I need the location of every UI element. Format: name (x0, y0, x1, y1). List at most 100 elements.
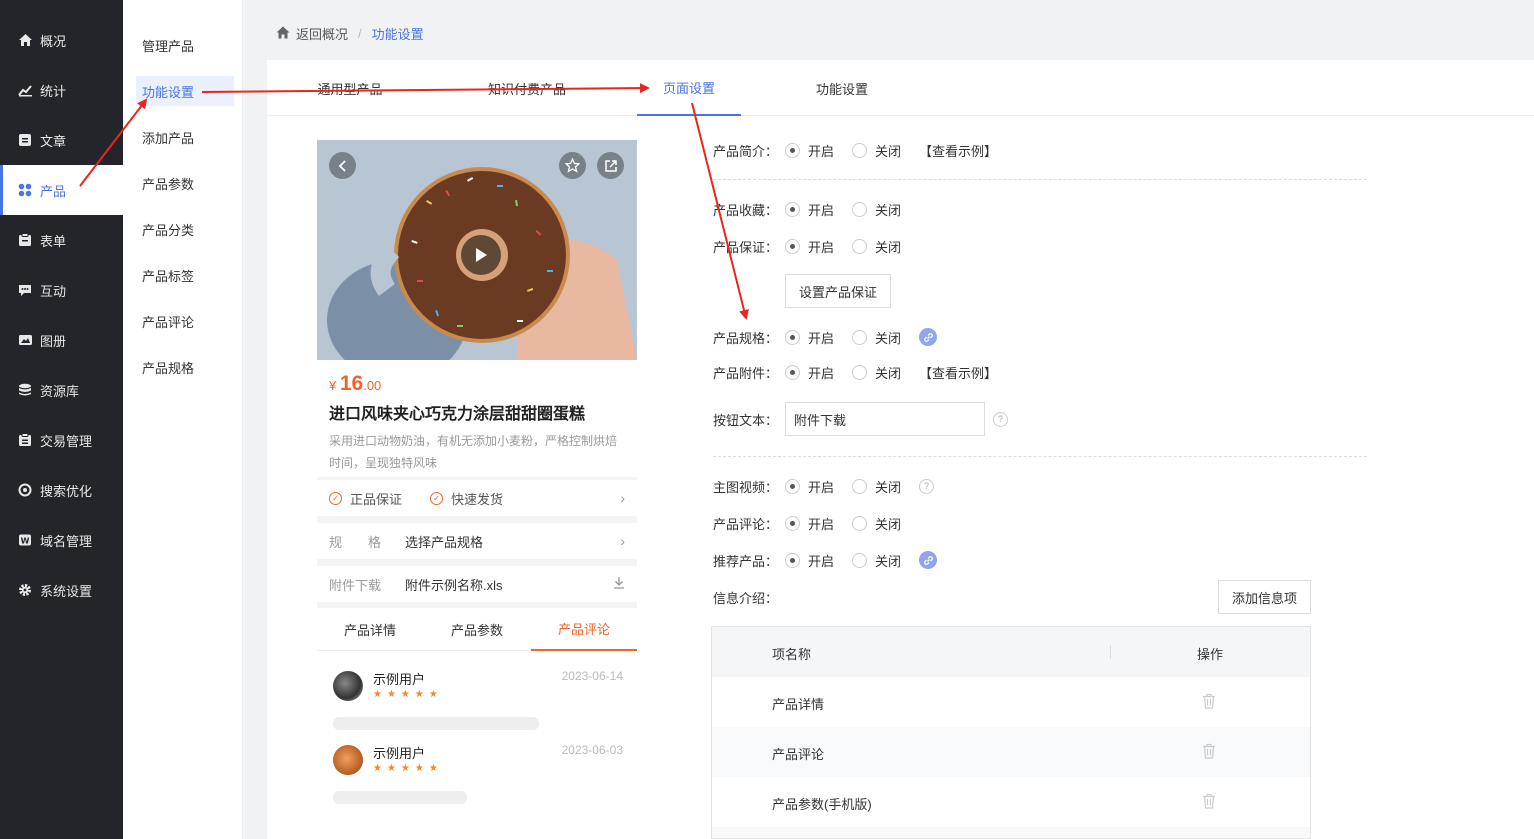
product-submenu: 管理产品 功能设置 添加产品 产品参数 产品分类 产品标签 产品评论 产品规格 (123, 0, 243, 839)
submenu-product-category[interactable]: 产品分类 (136, 214, 234, 244)
radio-label: 关闭 (875, 516, 902, 532)
chart-icon (17, 82, 33, 98)
album-icon (17, 332, 33, 348)
add-info-item-button[interactable]: 添加信息项 (1218, 580, 1311, 614)
share-icon[interactable] (597, 152, 624, 179)
submenu-product-tags[interactable]: 产品标签 (136, 260, 234, 290)
main-panel: 通用型产品 知识付费产品 页面设置 功能设置 ¥ 16.00 进口风味夹心巧克力… (267, 60, 1534, 839)
radio-on[interactable]: 开启 (785, 200, 834, 219)
sidebar-item-trade[interactable]: 交易管理 (0, 415, 123, 465)
radio-off[interactable]: 关闭 (852, 200, 901, 219)
radio-off[interactable]: 关闭 (852, 237, 901, 256)
spec-value: 选择产品规格 (405, 534, 484, 550)
sidebar-item-products[interactable]: 产品 (0, 165, 123, 215)
setting-product-review: 产品评论： 开启 关闭 (713, 513, 919, 533)
download-icon[interactable] (613, 576, 625, 592)
tab-knowledge-product[interactable]: 知识付费产品 (467, 60, 587, 116)
button-text-input[interactable] (785, 402, 985, 436)
tab-feature-settings[interactable]: 功能设置 (787, 60, 897, 116)
mobile-preview: ¥ 16.00 进口风味夹心巧克力涂层甜甜圈蛋糕 采用进口动物奶油，有机无添加小… (317, 140, 637, 839)
radio-on[interactable]: 开启 (785, 363, 834, 382)
radio-off[interactable]: 关闭 (852, 551, 901, 570)
article-icon (17, 132, 33, 148)
table-row (712, 827, 1310, 838)
sidebar-item-settings[interactable]: 系统设置 (0, 565, 123, 615)
preview-tabs: 产品详情 产品参数 产品评论 (317, 608, 637, 651)
radio-off[interactable]: 关闭 (852, 363, 901, 382)
attachment-filename: 附件示例名称.xls (405, 577, 503, 593)
radio-on[interactable]: 开启 (785, 328, 834, 347)
link-icon[interactable] (919, 328, 938, 346)
setting-button-text: 按钮文本： ? (713, 402, 1008, 436)
trash-icon[interactable] (1202, 693, 1216, 712)
tab-general-product[interactable]: 通用型产品 (295, 60, 405, 116)
radio-label: 关闭 (875, 553, 902, 569)
product-info: ¥ 16.00 进口风味夹心巧克力涂层甜甜圈蛋糕 采用进口动物奶油，有机无添加小… (317, 360, 637, 477)
spec-select-row[interactable]: 规 格 选择产品规格 › (317, 523, 637, 559)
star-icon[interactable] (559, 152, 586, 179)
tag-label: 正品保证 (350, 491, 403, 507)
help-icon[interactable]: ? (993, 411, 1008, 427)
radio-off[interactable]: 关闭 (852, 477, 901, 496)
radio-label: 开启 (808, 553, 835, 569)
help-icon[interactable]: ? (919, 478, 935, 494)
attachment-row[interactable]: 附件下载 附件示例名称.xls (317, 566, 637, 602)
trash-icon[interactable] (1202, 743, 1216, 762)
submenu-product-specs[interactable]: 产品规格 (136, 352, 234, 382)
grid-icon (17, 182, 33, 198)
breadcrumb-back-link[interactable]: 返回概况 (296, 24, 348, 43)
radio-label: 开启 (808, 143, 835, 159)
sidebar-item-domain[interactable]: W 域名管理 (0, 515, 123, 565)
back-icon[interactable] (329, 152, 356, 179)
submenu-product-reviews[interactable]: 产品评论 (136, 306, 234, 336)
radio-on[interactable]: 开启 (785, 514, 834, 533)
radio-label: 开启 (808, 330, 835, 346)
home-icon[interactable] (276, 26, 290, 42)
radio-label: 关闭 (875, 239, 902, 255)
set-guarantee-button[interactable]: 设置产品保证 (785, 274, 891, 308)
sidebar-item-articles[interactable]: 文章 (0, 115, 123, 165)
radio-on[interactable]: 开启 (785, 477, 834, 496)
sidebar-item-label: 域名管理 (40, 533, 93, 549)
setting-main-video: 主图视频： 开启 关闭 ? (713, 476, 935, 496)
preview-tab-params[interactable]: 产品参数 (424, 608, 530, 651)
view-example-link[interactable]: 【查看示例】 (919, 363, 997, 382)
sidebar-item-interaction[interactable]: 互动 (0, 265, 123, 315)
radio-on[interactable]: 开启 (785, 141, 834, 160)
view-example-link[interactable]: 【查看示例】 (919, 141, 997, 160)
svg-text:W: W (21, 537, 30, 546)
radio-off[interactable]: 关闭 (852, 141, 901, 160)
setting-label: 按钮文本： (713, 412, 779, 428)
play-icon[interactable] (461, 235, 501, 275)
setting-product-favorite: 产品收藏： 开启 关闭 (713, 199, 919, 219)
sidebar-item-overview[interactable]: 概况 (0, 15, 123, 65)
sidebar-item-stats[interactable]: 统计 (0, 65, 123, 115)
radio-on[interactable]: 开启 (785, 237, 834, 256)
form-icon (17, 232, 33, 248)
submenu-manage-products[interactable]: 管理产品 (136, 30, 234, 60)
radio-off[interactable]: 关闭 (852, 328, 901, 347)
row-name: 产品详情 (772, 697, 825, 712)
sidebar-item-resources[interactable]: 资源库 (0, 365, 123, 415)
submenu-product-params[interactable]: 产品参数 (136, 168, 234, 198)
radio-on[interactable]: 开启 (785, 551, 834, 570)
link-icon[interactable] (919, 551, 938, 569)
setting-label: 主图视频： (713, 479, 779, 495)
tab-page-settings[interactable]: 页面设置 (637, 60, 741, 116)
radio-off[interactable]: 关闭 (852, 514, 901, 533)
domain-icon: W (17, 532, 33, 548)
sidebar-item-album[interactable]: 图册 (0, 315, 123, 365)
review-date: 2023-06-03 (561, 743, 623, 757)
trade-icon (17, 432, 33, 448)
trash-icon[interactable] (1202, 793, 1216, 812)
preview-tab-reviews[interactable]: 产品评论 (531, 608, 637, 651)
guarantee-row[interactable]: ✓ 正品保证 ✓ 快速发货 › (317, 480, 637, 516)
table-header: 项名称 操作 (712, 627, 1310, 677)
table-row: 产品参数(手机版) (712, 777, 1310, 827)
submenu-feature-settings[interactable]: 功能设置 (136, 76, 234, 106)
sidebar-item-forms[interactable]: 表单 (0, 215, 123, 265)
radio-label: 关闭 (875, 330, 902, 346)
submenu-add-product[interactable]: 添加产品 (136, 122, 234, 152)
sidebar-item-seo[interactable]: 搜索优化 (0, 465, 123, 515)
preview-tab-detail[interactable]: 产品详情 (317, 608, 423, 651)
